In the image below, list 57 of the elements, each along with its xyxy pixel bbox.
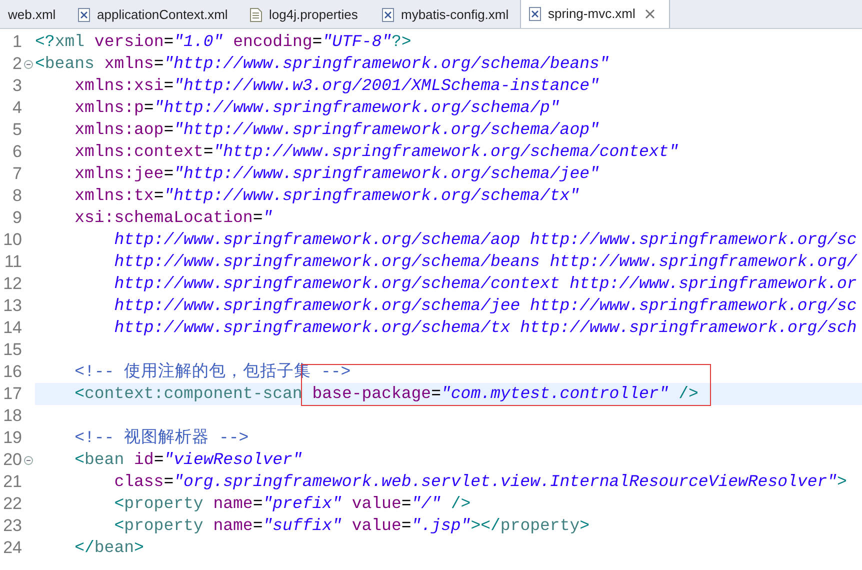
xml-file-icon (382, 8, 394, 22)
text-file-icon (250, 8, 262, 22)
line-number: 4 (12, 97, 22, 119)
line-number: 14 (2, 317, 22, 339)
line-number: 9 (12, 207, 22, 229)
code-line: xmlns:xsi="http://www.w3.org/2001/XMLSchema-instance" (74, 74, 600, 97)
line-number: 7 (12, 163, 22, 185)
code-line: http://www.springframework.org/schema/aop http://www.springframework.org/sc (113, 228, 857, 251)
line-number: 10 (2, 229, 22, 251)
code-line: <beans xmlns="http://www.springframework.org/schema/beans" (35, 52, 610, 75)
line-number: 20 (2, 449, 22, 471)
xml-file-icon (78, 8, 90, 22)
code-line: http://www.springframework.org/schema/beans http://www.springframework.org/ (113, 250, 857, 273)
code-line: <bean id="viewResolver" (74, 448, 302, 471)
code-line: http://www.springframework.org/schema/jee http://www.springframework.org/sc (113, 294, 857, 317)
code-line: </bean> (74, 536, 144, 559)
file-tab[interactable]: spring-mvc.xml (520, 0, 670, 28)
code-line: http://www.springframework.org/schema/context http://www.springframework.or (113, 272, 857, 295)
file-tab[interactable]: mybatis-config.xml (374, 1, 520, 28)
code-line: xmlns:p="http://www.springframework.org/schema/p" (74, 96, 560, 119)
line-number: 18 (2, 405, 22, 427)
code-line: xmlns:tx="http://www.springframework.org/schema/tx" (74, 184, 580, 207)
line-number: 5 (12, 119, 22, 141)
code-line: <property name="prefix" value="/" /> (113, 492, 471, 515)
code-line: <property name="suffix" value=".jsp"></property> (113, 514, 590, 537)
line-number: 16 (2, 361, 22, 383)
code-line: <!-- 视图解析器 --> (74, 426, 249, 449)
line-number: 21 (2, 471, 22, 493)
line-number: 3 (12, 75, 22, 97)
line-number: 15 (2, 339, 22, 361)
code-line: <context:component-scan base-package="com.mytest.controller" /> (35, 382, 698, 406)
line-number: 22 (2, 493, 22, 515)
code-line: xmlns:aop="http://www.springframework.org/schema/aop" (74, 118, 600, 141)
line-number: 17 (2, 383, 22, 405)
code-line: xsi:schemaLocation=" (74, 206, 273, 229)
line-number: 24 (2, 537, 22, 559)
code-line: xmlns:context="http://www.springframework.org/schema/context" (74, 140, 679, 163)
line-number: 2 (12, 53, 22, 75)
line-number: 19 (2, 427, 22, 449)
code-line: http://www.springframework.org/schema/tx http://www.springframework.org/sch (113, 316, 857, 339)
file-tab[interactable]: applicationContext.xml (70, 1, 242, 28)
file-tab[interactable]: log4j.properties (242, 1, 374, 28)
xml-file-icon (529, 7, 541, 21)
code-line: xmlns:jee="http://www.springframework.org/schema/jee" (74, 162, 600, 185)
line-number: 12 (2, 273, 22, 295)
collapse-icon[interactable] (24, 456, 33, 464)
code-line: class="org.springframework.web.servlet.view.InternalResourceViewResolver"> (113, 470, 847, 493)
code-line: <?xml version="1.0" encoding="UTF-8"?> (35, 30, 412, 53)
line-number: 23 (2, 515, 22, 537)
collapse-icon[interactable] (24, 60, 33, 68)
close-icon[interactable] (645, 9, 656, 19)
line-number: 13 (2, 295, 22, 317)
line-number: 11 (3, 251, 22, 273)
line-number: 1 (12, 31, 22, 53)
line-number: 6 (12, 141, 22, 163)
line-number: 8 (12, 185, 22, 207)
file-tab[interactable]: web.xml (0, 1, 70, 28)
